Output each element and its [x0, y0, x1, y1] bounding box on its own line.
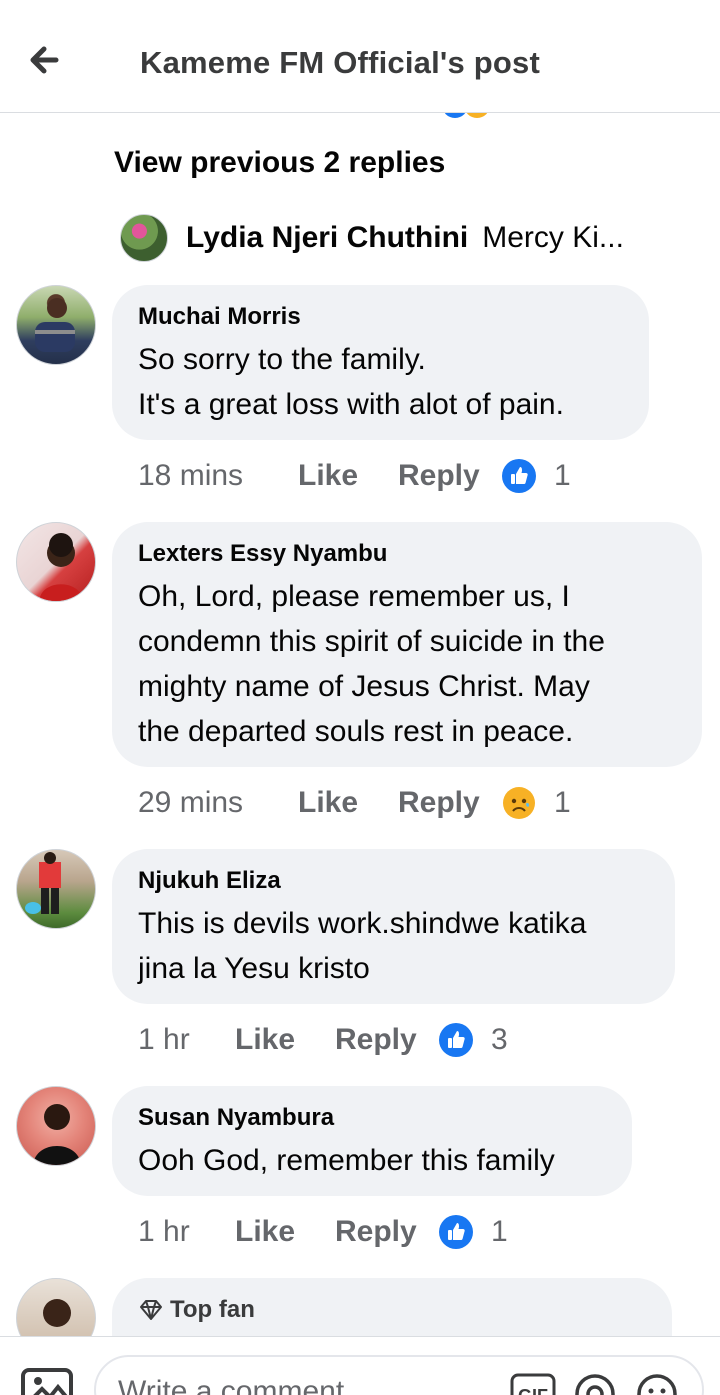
like-icon[interactable] [439, 1023, 473, 1057]
reaction-count: 1 [554, 786, 571, 819]
reply-button[interactable]: Reply [335, 1023, 439, 1057]
reaction-count: 1 [554, 459, 571, 492]
post-comments-screen: Kameme FM Official's post View previous … [0, 0, 720, 1395]
gif-label: GIF [518, 1386, 548, 1395]
comment-line: This is devils work.shindwe katika [138, 907, 587, 940]
comment-placeholder: Write a comment [118, 1375, 345, 1395]
comment-line: mighty name of Jesus Christ. May [138, 670, 590, 703]
sad-icon[interactable] [502, 786, 536, 820]
comment-author[interactable]: Susan Nyambura [138, 1104, 606, 1132]
comment-bubble: Susan Nyambura Ooh God, remember this fa… [112, 1086, 632, 1196]
comment-line: Oh, Lord, please remember us, I [138, 580, 570, 613]
badge-label: Top fan [170, 1296, 255, 1323]
comment-actions: 29 mins Like Reply 1 [138, 783, 571, 823]
back-arrow-icon[interactable] [22, 38, 72, 82]
avatar[interactable] [16, 1086, 96, 1166]
reply-snippet: Mercy Ki... [482, 221, 624, 254]
diamond-icon [140, 1300, 162, 1320]
reaction-count: 1 [491, 1215, 508, 1248]
photo-icon[interactable] [20, 1367, 76, 1395]
sticker-icon[interactable] [574, 1371, 616, 1395]
comment-time: 1 hr [138, 1023, 190, 1056]
comment-bubble: Lexters Essy Nyambu Oh, Lord, please rem… [112, 522, 702, 767]
like-button[interactable]: Like [298, 786, 398, 820]
reply-preview[interactable]: Lydia Njeri Chuthini Mercy Ki... [120, 213, 624, 263]
comment-actions: 1 hr Like Reply 3 [138, 1020, 508, 1060]
comment-bubble: Njukuh Eliza This is devils work.shindwe… [112, 849, 675, 1004]
comment-line: Ooh God, remember this family [138, 1144, 555, 1177]
reply-button[interactable]: Reply [398, 459, 502, 493]
comment-author[interactable]: Muchai Morris [138, 303, 623, 331]
comment-actions: 18 mins Like Reply 1 [138, 456, 571, 496]
like-button[interactable]: Like [298, 459, 398, 493]
comment-line: It's a great loss with alot of pain. [138, 388, 564, 421]
emoji-icon[interactable] [636, 1371, 678, 1395]
comment-bubble: Muchai Morris So sorry to the family. It… [112, 285, 649, 440]
reply-button[interactable]: Reply [398, 786, 502, 820]
avatar[interactable] [16, 522, 96, 602]
comment-time: 29 mins [138, 786, 244, 819]
view-previous-replies-link[interactable]: View previous 2 replies [114, 146, 445, 180]
page-title: Kameme FM Official's post [140, 45, 540, 80]
comment-time: 18 mins [138, 459, 244, 492]
comment-line: the departed souls rest in peace. [138, 715, 574, 748]
comment-line: jina la Yesu kristo [138, 952, 370, 985]
reply-button[interactable]: Reply [335, 1215, 439, 1249]
like-button[interactable]: Like [235, 1023, 335, 1057]
top-bar: Kameme FM Official's post [0, 0, 720, 113]
comment-author[interactable]: Njukuh Eliza [138, 867, 649, 895]
like-button[interactable]: Like [235, 1215, 335, 1249]
like-icon[interactable] [439, 1215, 473, 1249]
reply-author: Lydia Njeri Chuthini [186, 221, 469, 254]
comment-composer: Write a comment GIF [0, 1336, 720, 1395]
comment-input[interactable]: Write a comment GIF [94, 1355, 704, 1395]
avatar[interactable] [16, 849, 96, 929]
like-icon[interactable] [502, 459, 536, 493]
comment-author[interactable]: Lexters Essy Nyambu [138, 540, 676, 568]
comment-line: So sorry to the family. [138, 343, 426, 376]
comment-line: condemn this spirit of suicide in the [138, 625, 605, 658]
top-fan-badge: Top fan [138, 1296, 646, 1324]
gif-icon[interactable]: GIF [510, 1373, 556, 1395]
comment-actions: 1 hr Like Reply 1 [138, 1212, 508, 1252]
reaction-count: 3 [491, 1023, 508, 1056]
avatar[interactable] [16, 285, 96, 365]
avatar [120, 214, 168, 262]
comment-time: 1 hr [138, 1215, 190, 1248]
